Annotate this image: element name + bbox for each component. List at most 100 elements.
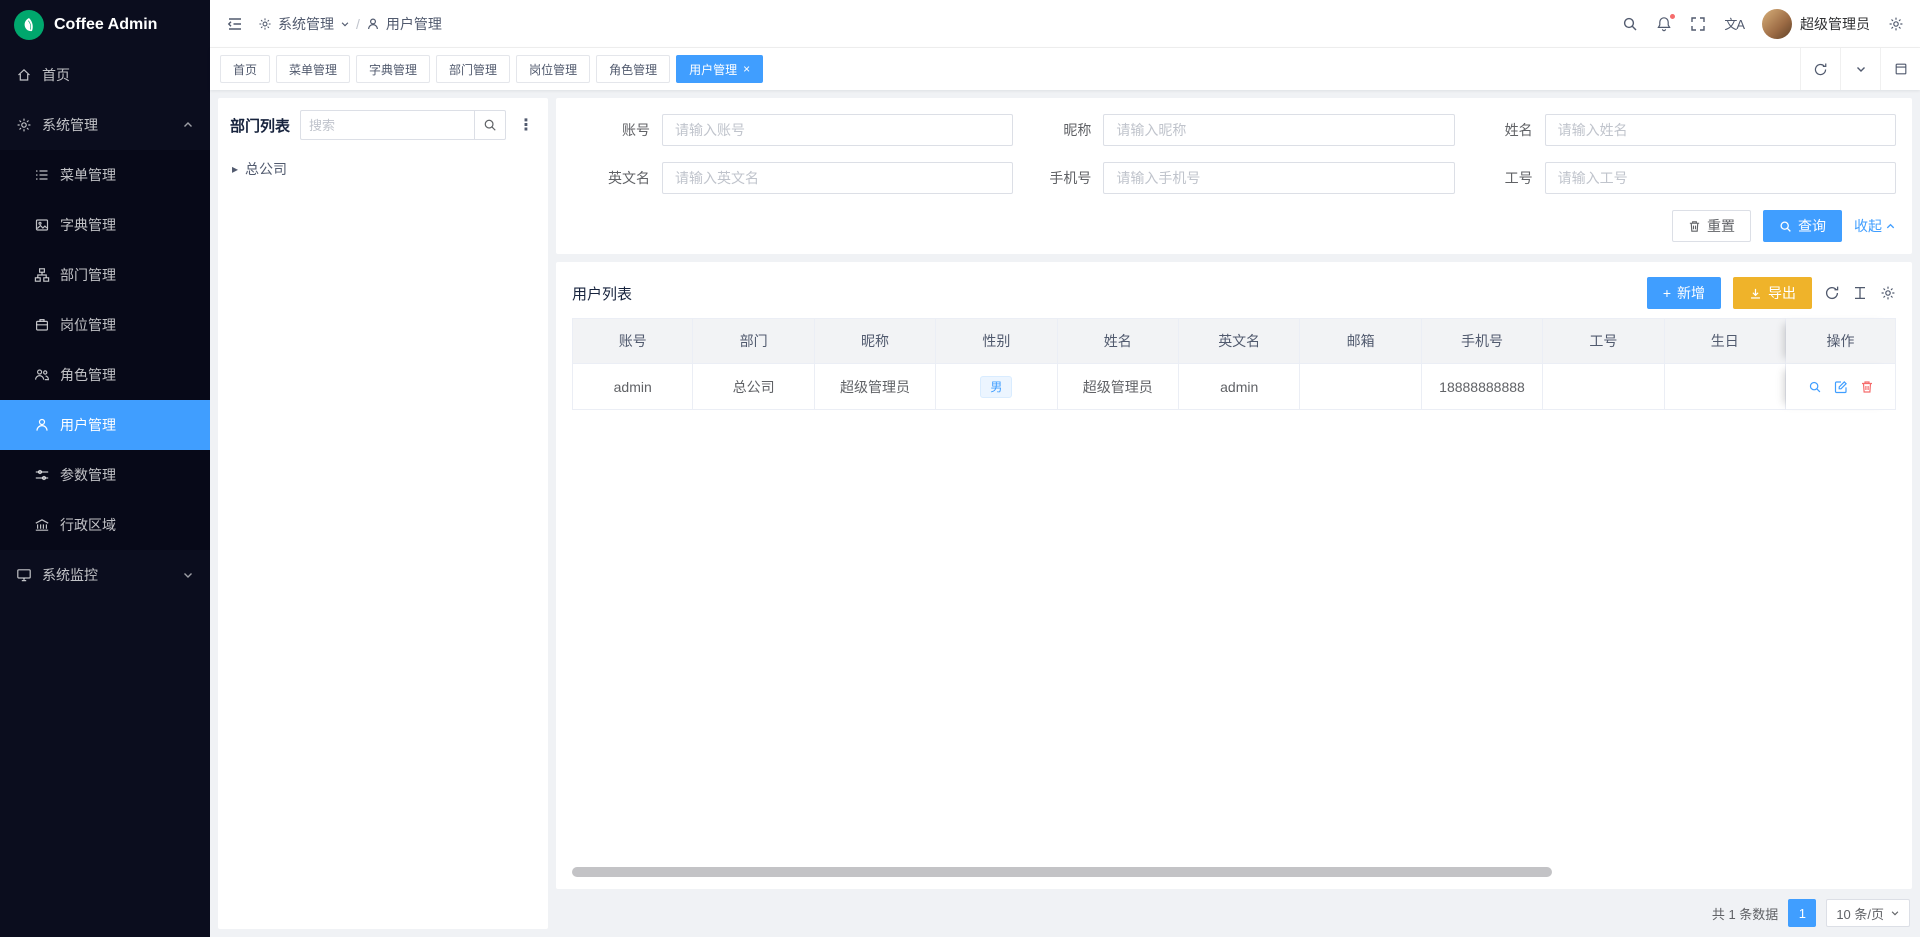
tab-post-management[interactable]: 岗位管理 (516, 55, 590, 83)
system-management-submenu: 菜单管理 字典管理 部门管理 (0, 150, 210, 550)
breadcrumb-separator: / (356, 16, 360, 32)
tab-menu-management[interactable]: 菜单管理 (276, 55, 350, 83)
tree-node-head-office[interactable]: ▸ 总公司 (230, 154, 536, 184)
dept-tree: ▸ 总公司 (230, 154, 536, 184)
en-name-input[interactable] (662, 162, 1013, 194)
settings-gear-icon[interactable] (1888, 16, 1904, 32)
dept-panel: 部门列表 ⋮ ▸ 总公司 (218, 98, 548, 929)
sidebar-item-label: 部门管理 (60, 265, 116, 285)
nickname-input[interactable] (1103, 114, 1454, 146)
column-header: 部门 (693, 318, 814, 364)
tab-dept-management[interactable]: 部门管理 (436, 55, 510, 83)
more-vertical-icon[interactable]: ⋮ (516, 115, 536, 135)
add-user-button[interactable]: + 新增 (1647, 277, 1721, 309)
collapse-filter-link[interactable]: 收起 (1854, 216, 1896, 236)
edit-icon[interactable] (1834, 380, 1848, 394)
export-label: 导出 (1768, 283, 1796, 303)
filter-field-phone: 手机号 (1013, 162, 1454, 194)
dept-search-group (300, 110, 506, 140)
sidebar-item-dict-management[interactable]: 字典管理 (0, 200, 210, 250)
search-label: 查询 (1798, 216, 1826, 236)
tab-label: 菜单管理 (289, 61, 337, 78)
app-title: Coffee Admin (54, 16, 157, 34)
dept-panel-title: 部门列表 (230, 115, 290, 136)
gear-icon (16, 117, 32, 133)
user-list-panel: 用户列表 + 新增 导出 (556, 262, 1912, 889)
chevron-up-icon (1885, 221, 1896, 232)
dictionary-icon (34, 217, 50, 233)
breadcrumb-item-user[interactable]: 用户管理 (366, 14, 442, 34)
search-button[interactable]: 查询 (1763, 210, 1842, 242)
download-icon (1749, 287, 1762, 300)
app-logo[interactable]: Coffee Admin (0, 0, 210, 50)
field-label: 英文名 (572, 168, 662, 188)
sidebar-item-dept-management[interactable]: 部门管理 (0, 250, 210, 300)
horizontal-scrollbar-thumb[interactable] (572, 867, 1552, 877)
column-settings-gear-icon[interactable] (1880, 285, 1896, 301)
sidebar-collapse-icon[interactable] (226, 15, 244, 33)
avatar (1762, 9, 1792, 39)
delete-icon[interactable] (1860, 380, 1874, 394)
sidebar-item-label: 用户管理 (60, 415, 116, 435)
sidebar-item-label: 岗位管理 (60, 315, 116, 335)
tab-label: 首页 (233, 61, 257, 78)
gear-icon (258, 17, 272, 31)
sidebar-item-label: 菜单管理 (60, 165, 116, 185)
chevron-down-icon (340, 19, 350, 29)
maximize-content-icon[interactable] (1880, 48, 1920, 90)
sidebar-item-post-management[interactable]: 岗位管理 (0, 300, 210, 350)
search-icon[interactable] (1622, 16, 1638, 32)
bank-icon (34, 517, 50, 533)
notification-bell-icon[interactable] (1656, 16, 1672, 32)
tab-role-management[interactable]: 角色管理 (596, 55, 670, 83)
breadcrumb-label: 系统管理 (278, 14, 334, 34)
column-header: 性别 (936, 318, 1057, 364)
view-icon[interactable] (1808, 380, 1822, 394)
cell-birthday (1665, 364, 1786, 410)
filter-row: 英文名 手机号 工号 (572, 162, 1896, 194)
dept-search-input[interactable] (300, 110, 474, 140)
sidebar-item-home[interactable]: 首页 (0, 50, 210, 100)
job-no-input[interactable] (1545, 162, 1896, 194)
sidebar-item-role-management[interactable]: 角色管理 (0, 350, 210, 400)
reset-button[interactable]: 重置 (1672, 210, 1751, 242)
sidebar-item-param-management[interactable]: 参数管理 (0, 450, 210, 500)
user-list-actions: + 新增 导出 (1647, 277, 1896, 309)
filter-field-job-no: 工号 (1455, 162, 1896, 194)
account-input[interactable] (662, 114, 1013, 146)
phone-input[interactable] (1103, 162, 1454, 194)
chevron-down-icon[interactable] (1840, 48, 1880, 90)
pagination-page-1[interactable]: 1 (1788, 899, 1816, 927)
sidebar-item-system-monitor[interactable]: 系统监控 (0, 550, 210, 600)
tree-expand-caret-icon[interactable]: ▸ (232, 162, 238, 176)
close-icon[interactable]: × (743, 63, 750, 75)
page-size-select[interactable]: 10 条/页 (1826, 899, 1910, 927)
cell-nickname: 超级管理员 (815, 364, 936, 410)
tab-label: 部门管理 (449, 61, 497, 78)
tab-user-management[interactable]: 用户管理 × (676, 55, 763, 83)
sidebar-item-label: 行政区域 (60, 515, 116, 535)
sidebar-item-system-management[interactable]: 系统管理 (0, 100, 210, 150)
name-input[interactable] (1545, 114, 1896, 146)
tab-dict-management[interactable]: 字典管理 (356, 55, 430, 83)
dept-search-button[interactable] (474, 110, 506, 140)
user-menu[interactable]: 超级管理员 (1762, 9, 1870, 39)
refresh-icon[interactable] (1824, 285, 1840, 301)
filter-field-en-name: 英文名 (572, 162, 1013, 194)
fullscreen-icon[interactable] (1690, 16, 1706, 32)
refresh-icon[interactable] (1800, 48, 1840, 90)
breadcrumb-item-system[interactable]: 系统管理 (258, 14, 350, 34)
chevron-down-icon (1890, 908, 1900, 918)
user-list-title: 用户列表 (572, 283, 632, 304)
tab-label: 字典管理 (369, 61, 417, 78)
cell-dept: 总公司 (693, 364, 814, 410)
sidebar-item-admin-region[interactable]: 行政区域 (0, 500, 210, 550)
translate-icon[interactable]: 文A (1724, 14, 1744, 33)
export-button[interactable]: 导出 (1733, 277, 1812, 309)
row-density-icon[interactable] (1852, 285, 1868, 301)
cell-gender: 男 (936, 364, 1057, 410)
user-table: 账号 部门 昵称 性别 姓名 英文名 邮箱 手机号 工号 生日 操作 admin… (572, 318, 1896, 410)
sidebar-item-menu-management[interactable]: 菜单管理 (0, 150, 210, 200)
sidebar-item-user-management[interactable]: 用户管理 (0, 400, 210, 450)
tab-home[interactable]: 首页 (220, 55, 270, 83)
